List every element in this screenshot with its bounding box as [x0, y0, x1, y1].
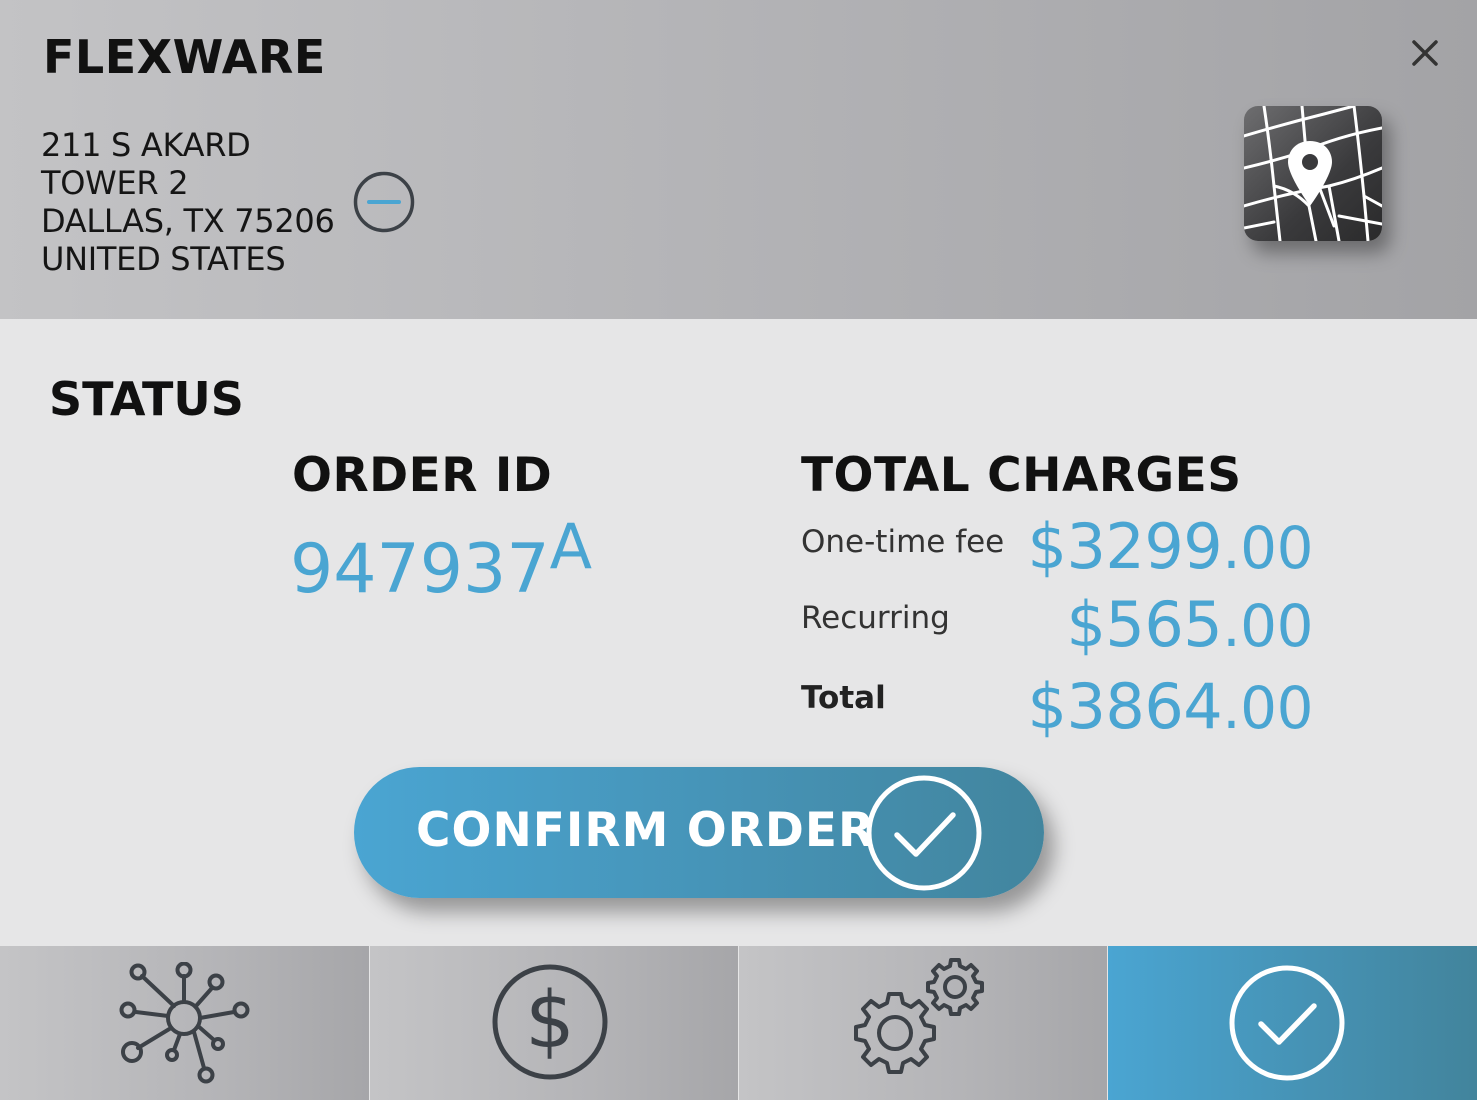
- charge-amount: $3299.00: [1027, 510, 1314, 583]
- order-id-suffix: A: [549, 510, 593, 583]
- order-id-number: 947937: [290, 530, 550, 609]
- dollar-icon: $: [492, 964, 608, 1080]
- address-line: TOWER 2: [41, 164, 189, 202]
- status-heading: STATUS: [49, 372, 244, 426]
- svg-text:$: $: [525, 976, 575, 1066]
- order-id-label: ORDER ID: [292, 448, 553, 503]
- confirm-order-label: CONFIRM ORDER: [416, 803, 876, 858]
- check-circle-icon: [866, 775, 982, 891]
- charge-label: One-time fee: [801, 524, 1005, 560]
- brand-title: FLEXWARE: [43, 30, 326, 84]
- address-line: DALLAS, TX 75206: [41, 202, 335, 240]
- nav-tab-confirm[interactable]: [1108, 946, 1477, 1100]
- order-id-value: 947937A: [290, 510, 592, 609]
- charge-amount: $3864.00: [1027, 670, 1314, 743]
- charge-row-one-time: One-time fee $3299.00: [801, 510, 1313, 590]
- total-charges-label: TOTAL CHARGES: [801, 448, 1242, 503]
- charge-amount-dollars: $3299: [1027, 510, 1223, 583]
- charge-amount-dollars: $3864: [1027, 670, 1223, 743]
- charge-amount-cents: .00: [1222, 674, 1313, 742]
- close-icon[interactable]: [1406, 34, 1444, 72]
- nav-tab-network[interactable]: [0, 946, 369, 1100]
- charge-label: Total: [801, 680, 886, 716]
- network-icon: [119, 962, 250, 1084]
- charge-amount: $565.00: [1066, 588, 1313, 661]
- address-line: UNITED STATES: [41, 240, 286, 278]
- check-circle-icon: [1229, 965, 1345, 1081]
- nav-tab-pricing[interactable]: $: [370, 946, 738, 1100]
- gears-icon: [854, 958, 984, 1074]
- confirm-order-button[interactable]: CONFIRM ORDER: [354, 767, 1044, 898]
- bottom-nav: $: [0, 946, 1477, 1100]
- charge-amount-cents: .00: [1222, 592, 1313, 660]
- header: FLEXWARE 211 S AKARD TOWER 2 DALLAS, TX …: [0, 0, 1477, 319]
- charge-row-total: Total $3864.00: [801, 670, 1313, 750]
- map-pin-icon: [1244, 106, 1382, 241]
- charge-amount-cents: .00: [1222, 514, 1313, 582]
- charge-row-recurring: Recurring $565.00: [801, 588, 1313, 668]
- address-line: 211 S AKARD: [41, 126, 251, 164]
- charge-amount-dollars: $565: [1066, 588, 1223, 661]
- collapse-minus-icon[interactable]: [352, 170, 416, 234]
- map-location-button[interactable]: [1244, 106, 1382, 241]
- address-block: 211 S AKARD TOWER 2 DALLAS, TX 75206 UNI…: [41, 126, 335, 278]
- charge-label: Recurring: [801, 600, 950, 636]
- nav-tab-configure[interactable]: [739, 946, 1107, 1100]
